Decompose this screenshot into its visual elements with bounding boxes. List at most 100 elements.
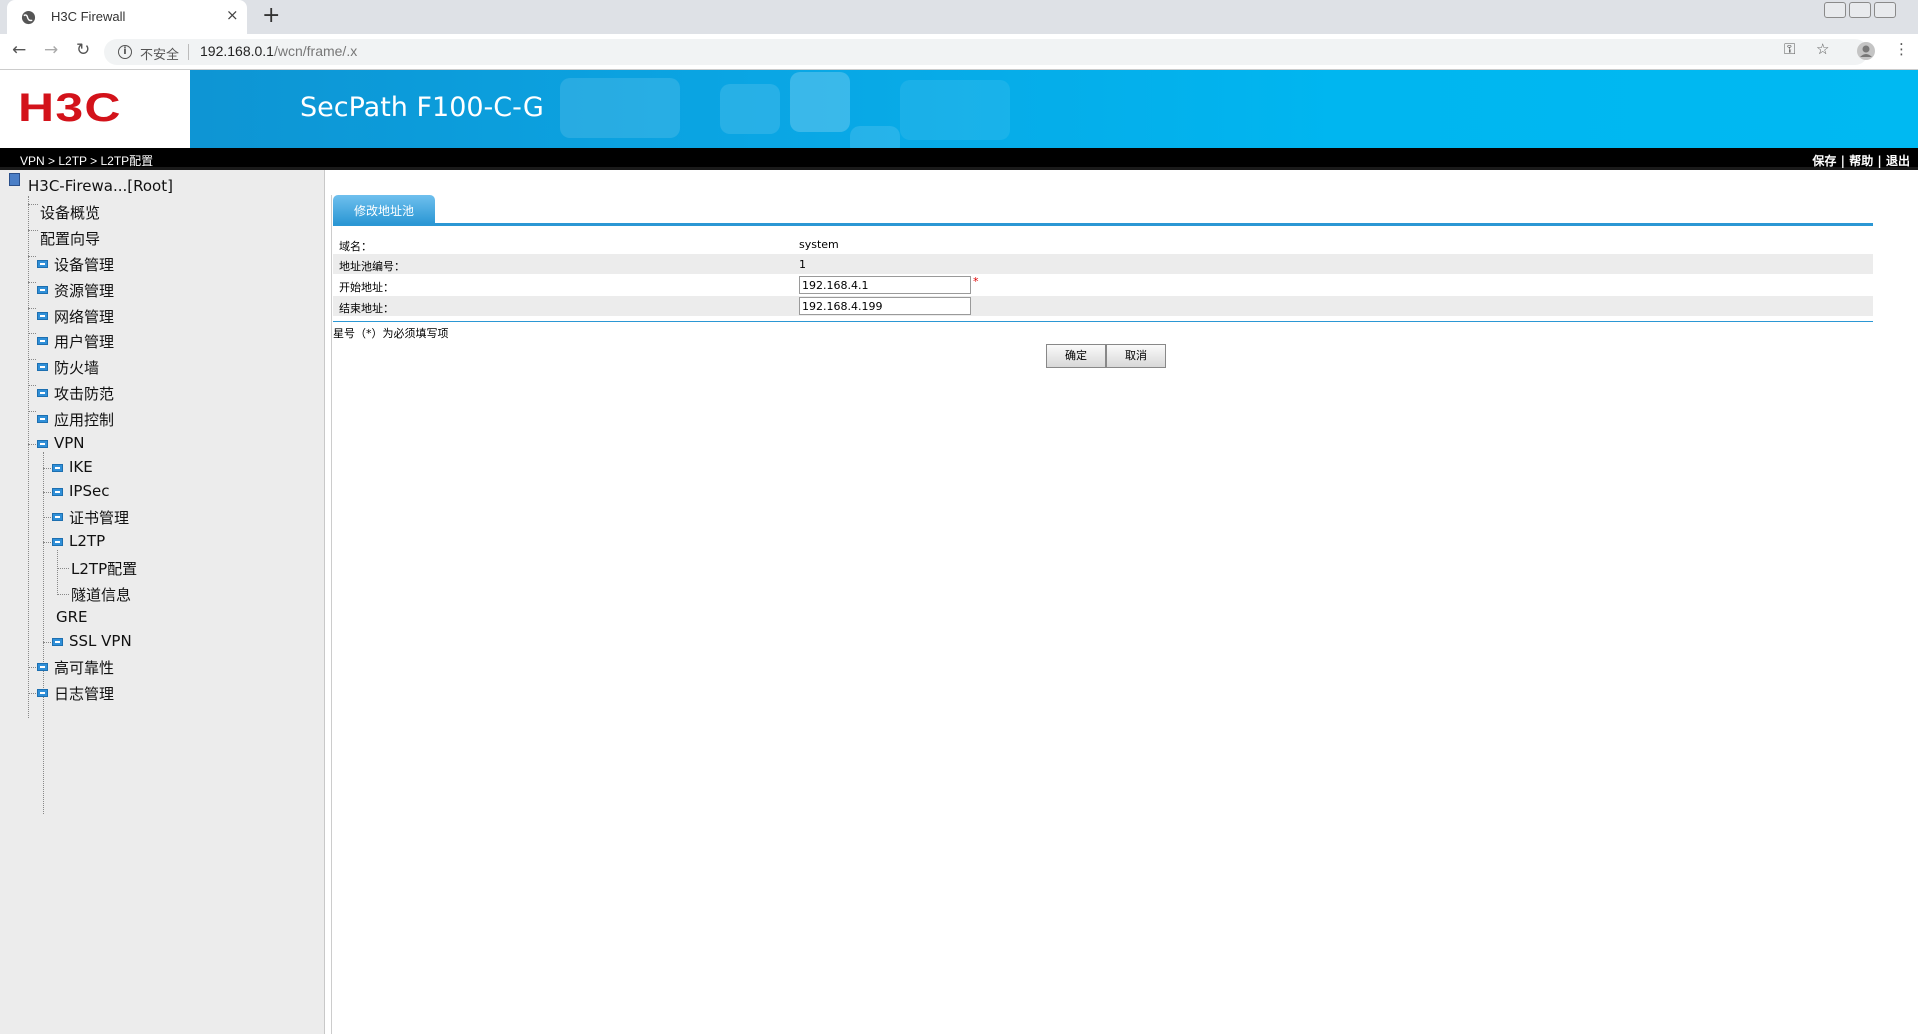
folder-icon[interactable] <box>37 286 48 294</box>
address-separator <box>188 44 189 60</box>
close-tab-icon[interactable]: × <box>226 6 239 24</box>
tree-line <box>57 594 69 595</box>
close-window-button[interactable] <box>1874 2 1896 18</box>
tree-item-attack-defense[interactable]: 攻击防范 <box>54 383 114 404</box>
device-icon <box>9 173 20 186</box>
tree-item-certificate-management[interactable]: 证书管理 <box>69 507 129 528</box>
tree-item-vpn[interactable]: VPN <box>54 434 85 452</box>
tree-line <box>28 230 38 231</box>
tree-item-config-wizard[interactable]: 配置向导 <box>40 228 100 249</box>
browser-tab[interactable]: H3C Firewall × <box>7 0 247 34</box>
star-icon[interactable]: ☆ <box>1816 40 1829 58</box>
folder-icon[interactable] <box>52 488 63 496</box>
folder-icon[interactable] <box>52 638 63 646</box>
folder-icon[interactable] <box>37 415 48 423</box>
forward-icon[interactable]: → <box>44 40 58 60</box>
tree-line <box>57 568 69 569</box>
tree-line <box>28 333 36 334</box>
ok-button[interactable]: 确定 <box>1046 344 1106 368</box>
tree-line <box>43 517 51 518</box>
folder-icon[interactable] <box>52 464 63 472</box>
tree-line <box>28 411 36 412</box>
url-path: /wcn/frame/.x <box>273 43 358 59</box>
logout-link[interactable]: 退出 <box>1886 154 1910 168</box>
reload-icon[interactable]: ↻ <box>76 40 90 60</box>
header-decoration <box>850 126 900 148</box>
tree-line <box>28 444 36 445</box>
required-note: 星号（*）为必须填写项 <box>333 327 449 340</box>
cancel-button[interactable]: 取消 <box>1106 344 1166 368</box>
folder-icon[interactable] <box>37 260 48 268</box>
tree-item-resource-management[interactable]: 资源管理 <box>54 280 114 301</box>
url-text[interactable]: 192.168.0.1/wcn/frame/.x <box>200 43 357 59</box>
tree-line <box>28 256 36 257</box>
tree-item-l2tp[interactable]: L2TP <box>69 532 105 550</box>
tree-line <box>57 550 58 595</box>
top-links: 保存 | 帮助 | 退出 <box>1812 152 1910 169</box>
tree-line <box>28 693 36 694</box>
folder-icon[interactable] <box>52 513 63 521</box>
breadcrumb: VPN > L2TP > L2TP配置 <box>20 154 154 168</box>
info-icon[interactable]: i <box>118 45 132 59</box>
content-divider <box>331 195 332 1034</box>
form-bottom-line <box>333 321 1873 322</box>
tree-line <box>28 282 36 283</box>
tree-item-ipsec[interactable]: IPSec <box>69 482 109 500</box>
menu-dots-icon[interactable]: ⋮ <box>1894 40 1909 58</box>
tree-item-tunnel-info[interactable]: 隧道信息 <box>71 584 131 605</box>
folder-icon[interactable] <box>37 363 48 371</box>
minimize-window-button[interactable] <box>1824 2 1846 18</box>
header-decoration <box>900 80 1010 140</box>
tree-line <box>43 468 51 469</box>
header-decoration <box>560 78 680 138</box>
key-icon[interactable]: ⚿ <box>1784 40 1795 58</box>
tree-item-device-management[interactable]: 设备管理 <box>54 254 114 275</box>
folder-icon[interactable] <box>37 663 48 671</box>
tree-item-high-availability[interactable]: 高可靠性 <box>54 657 114 678</box>
tree-item-ike[interactable]: IKE <box>69 458 93 476</box>
start-address-input[interactable] <box>799 276 971 294</box>
folder-open-icon[interactable] <box>52 538 63 546</box>
tree-item-ssl-vpn[interactable]: SSL VPN <box>69 632 132 650</box>
link-separator: | <box>1877 154 1882 168</box>
restore-window-button[interactable] <box>1849 2 1871 18</box>
tree-line <box>28 667 36 668</box>
tree-root[interactable]: H3C-Firewa...[Root] <box>28 177 173 195</box>
save-link[interactable]: 保存 <box>1812 154 1836 168</box>
browser-tab-bar: H3C Firewall × + <box>0 0 1918 34</box>
globe-icon <box>21 10 36 25</box>
h3c-logo: H3C <box>18 86 122 130</box>
link-separator: | <box>1840 154 1846 168</box>
address-bar[interactable]: i 不安全 192.168.0.1/wcn/frame/.x <box>104 39 1868 65</box>
tree-item-firewall[interactable]: 防火墙 <box>54 357 99 378</box>
tree-item-l2tp-config[interactable]: L2TP配置 <box>71 558 137 579</box>
header-decoration <box>720 84 780 134</box>
tree-item-log-management[interactable]: 日志管理 <box>54 683 114 704</box>
folder-icon[interactable] <box>37 389 48 397</box>
back-icon[interactable]: ← <box>12 40 26 60</box>
tab-modify-address-pool[interactable]: 修改地址池 <box>333 195 435 224</box>
form-row-domain: 域名： system <box>333 234 1873 254</box>
help-link[interactable]: 帮助 <box>1849 154 1873 168</box>
folder-icon[interactable] <box>37 337 48 345</box>
tab-title: H3C Firewall <box>51 9 126 24</box>
header-decoration <box>790 72 850 132</box>
folder-icon[interactable] <box>37 312 48 320</box>
domain-value: system <box>799 238 839 251</box>
new-tab-button[interactable]: + <box>262 3 280 28</box>
browser-toolbar: ← → ↻ i 不安全 192.168.0.1/wcn/frame/.x ⚿ ☆… <box>0 34 1918 70</box>
end-address-input[interactable] <box>799 297 971 315</box>
folder-open-icon[interactable] <box>37 440 48 448</box>
tree-line <box>43 642 51 643</box>
url-host: 192.168.0.1 <box>200 43 274 59</box>
profile-avatar-icon[interactable] <box>1856 41 1876 61</box>
folder-icon[interactable] <box>37 689 48 697</box>
tree-item-gre[interactable]: GRE <box>56 608 88 626</box>
tree-item-network-management[interactable]: 网络管理 <box>54 306 114 327</box>
tree-line <box>28 385 36 386</box>
tree-item-device-overview[interactable]: 设备概览 <box>40 202 100 223</box>
tree-item-user-management[interactable]: 用户管理 <box>54 331 114 352</box>
security-label[interactable]: 不安全 <box>140 44 179 63</box>
tree-item-app-control[interactable]: 应用控制 <box>54 409 114 430</box>
tree-line <box>28 308 36 309</box>
